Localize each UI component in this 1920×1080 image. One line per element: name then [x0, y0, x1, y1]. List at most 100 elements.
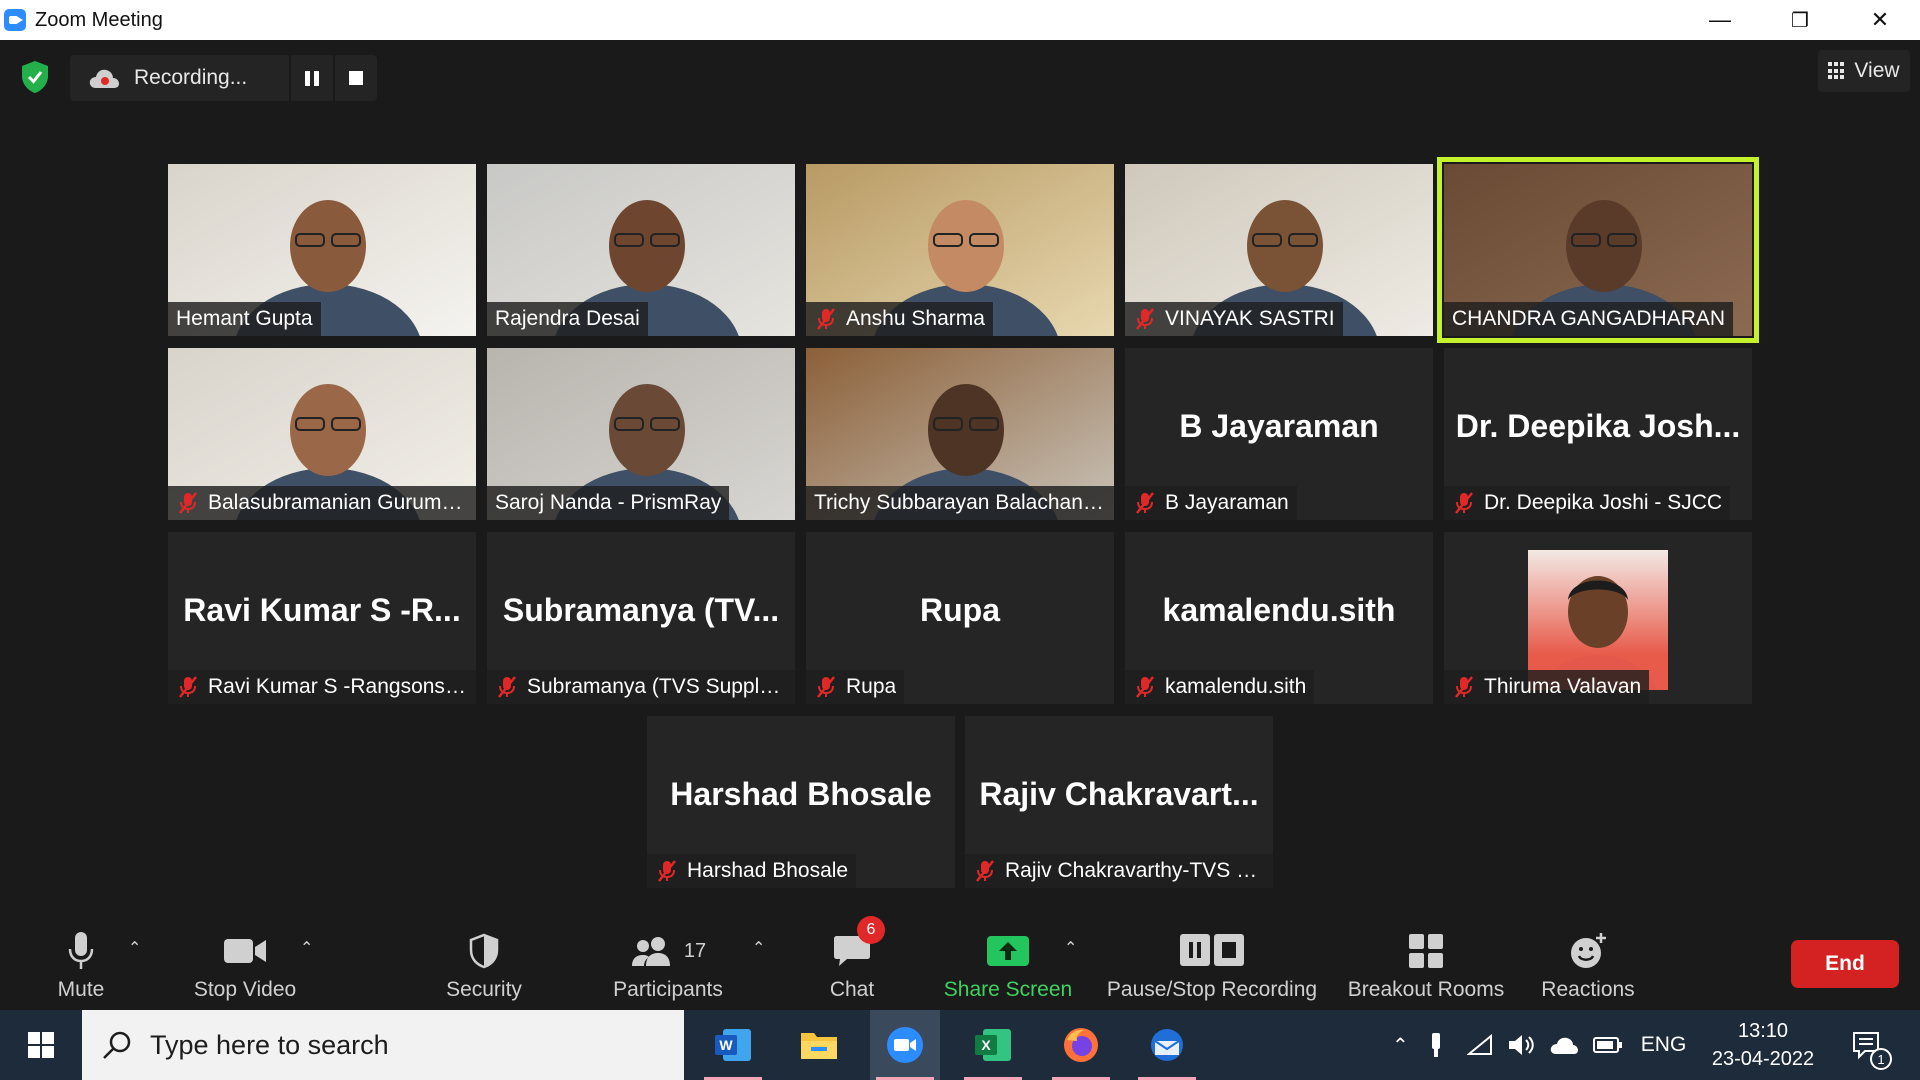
mute-label: Mute — [57, 978, 105, 1001]
security-button[interactable]: Security — [438, 910, 530, 1010]
participant-name-label: CHANDRA GANGADHARAN — [1444, 302, 1734, 336]
video-options-caret[interactable]: ⌃ — [300, 938, 313, 958]
muted-mic-icon — [655, 859, 679, 883]
clock-date: 23-04-2022 — [1711, 1048, 1815, 1070]
muted-mic-icon — [973, 859, 997, 883]
participant-tile[interactable]: Rajiv Chakravart... Rajiv Chakravarthy-TV… — [965, 716, 1273, 888]
reactions-button[interactable]: Reactions — [1540, 910, 1636, 1010]
participant-name: Balasubramanian Gurumo... — [208, 491, 468, 514]
speaker-volume-icon[interactable] — [1507, 1033, 1535, 1057]
taskbar-file-explorer[interactable] — [784, 1010, 854, 1080]
audio-options-caret[interactable]: ⌃ — [128, 938, 141, 958]
participants-button[interactable]: 17 Participants — [608, 910, 728, 1010]
minimize-button[interactable]: — — [1680, 0, 1760, 40]
participant-tile[interactable]: Trichy Subbarayan Balachandr... — [806, 348, 1114, 520]
participant-tile[interactable]: Saroj Nanda - PrismRay — [487, 348, 795, 520]
recording-bar: Recording... — [70, 55, 377, 101]
participant-name: kamalendu.sith — [1165, 675, 1307, 698]
encryption-shield-icon[interactable] — [20, 60, 50, 94]
security-label: Security — [446, 978, 522, 1001]
participant-tile[interactable]: Anshu Sharma — [806, 164, 1114, 336]
participant-tile[interactable]: Rajendra Desai — [487, 164, 795, 336]
participant-name: VINAYAK SASTRI — [1165, 307, 1335, 330]
taskbar-firefox[interactable] — [1046, 1010, 1116, 1080]
folder-icon — [801, 1033, 837, 1059]
stop-recording-button[interactable] — [333, 55, 377, 101]
taskbar-excel[interactable]: X — [958, 1010, 1028, 1080]
battery-icon[interactable] — [1592, 1036, 1623, 1054]
participant-display-name: Dr. Deepika Josh... — [1455, 408, 1741, 444]
search-icon — [103, 1031, 131, 1059]
participants-label: Participants — [613, 978, 723, 1001]
participant-tile[interactable]: Rupa Rupa — [806, 532, 1114, 704]
participant-tile[interactable]: kamalendu.sith kamalendu.sith — [1125, 532, 1433, 704]
chat-button[interactable]: 6 Chat — [820, 910, 885, 1010]
participant-tile[interactable]: Harshad Bhosale Harshad Bhosale — [647, 716, 955, 888]
start-button[interactable] — [0, 1010, 82, 1080]
stop-icon — [349, 71, 363, 85]
participant-name: B Jayaraman — [1165, 491, 1289, 514]
participant-name-label: Thiruma Valavan — [1444, 670, 1650, 704]
participant-name-label: VINAYAK SASTRI — [1125, 302, 1343, 336]
end-meeting-button[interactable]: End — [1791, 940, 1899, 988]
language-indicator[interactable]: ENG — [1641, 1033, 1687, 1057]
pause-recording-button[interactable] — [289, 55, 333, 101]
share-screen-button[interactable]: Share Screen — [944, 910, 1072, 1010]
participant-tile[interactable]: VINAYAK SASTRI — [1125, 164, 1433, 336]
participant-name-label: Dr. Deepika Joshi - SJCC — [1444, 486, 1731, 520]
muted-mic-icon — [814, 307, 838, 331]
participants-options-caret[interactable]: ⌃ — [752, 938, 765, 958]
cloud-recording-icon — [89, 69, 119, 88]
muted-mic-icon — [1133, 491, 1157, 515]
window-title: Zoom Meeting — [35, 8, 163, 31]
participant-display-name: Rupa — [920, 592, 1000, 628]
participant-tile[interactable]: Subramanya (TV... Subramanya (TVS Supply … — [487, 532, 795, 704]
participant-tile[interactable]: Hemant Gupta — [168, 164, 476, 336]
breakout-rooms-icon — [1409, 934, 1443, 968]
usb-device-icon[interactable] — [1429, 1032, 1443, 1058]
taskbar-zoom[interactable] — [870, 1010, 940, 1080]
participant-name: Subramanya (TVS Supply C... — [527, 675, 787, 698]
participant-tile[interactable]: Thiruma Valavan — [1444, 532, 1752, 704]
participant-tile[interactable]: CHANDRA GANGADHARAN — [1437, 157, 1759, 343]
participant-name: Rajendra Desai — [495, 307, 640, 330]
taskbar-outlook[interactable] — [1132, 1010, 1202, 1080]
notification-count: 1 — [1870, 1048, 1892, 1070]
taskbar-clock[interactable]: 13:10 23-04-2022 — [1700, 1010, 1826, 1080]
participant-tile[interactable]: B Jayaraman B Jayaraman — [1125, 348, 1433, 520]
participant-tile[interactable]: Ravi Kumar S -R... Ravi Kumar S -Rangsons… — [168, 532, 476, 704]
pause-stop-recording-button[interactable]: Pause/Stop Recording — [1106, 910, 1318, 1010]
taskbar-word[interactable]: W — [698, 1010, 768, 1080]
close-button[interactable]: ✕ — [1840, 0, 1920, 40]
zoom-taskbar-icon — [887, 1027, 923, 1063]
restore-button[interactable]: ❐ — [1760, 0, 1840, 40]
wifi-icon[interactable] — [1466, 1034, 1493, 1056]
firefox-icon — [1064, 1028, 1098, 1062]
muted-mic-icon — [1452, 675, 1476, 699]
notification-center-button[interactable]: 1 — [1830, 1010, 1906, 1080]
share-screen-arrow-icon — [987, 936, 1029, 966]
share-options-caret[interactable]: ⌃ — [1064, 938, 1077, 958]
muted-mic-icon — [495, 675, 519, 699]
meeting-toolbar: Mute ⌃ Stop Video ⌃ Security 17 Particip… — [0, 910, 1920, 1010]
participant-name: Hemant Gupta — [176, 307, 313, 330]
participants-icon — [631, 937, 670, 966]
participant-name-label: Anshu Sharma — [806, 302, 993, 336]
mute-button[interactable]: Mute — [44, 910, 118, 1010]
word-icon: W — [715, 1029, 751, 1061]
participant-tile[interactable]: Balasubramanian Gurumo... — [168, 348, 476, 520]
meeting-area: Recording... View Hemant Gupta Rajendra D… — [0, 40, 1920, 1010]
chat-unread-badge: 6 — [857, 916, 885, 944]
stop-video-button[interactable]: Stop Video — [186, 910, 304, 1010]
windows-logo-icon — [28, 1032, 54, 1058]
participant-name: Harshad Bhosale — [687, 859, 849, 882]
onedrive-cloud-icon[interactable] — [1549, 1035, 1579, 1055]
taskbar-search-box[interactable]: Type here to search — [82, 1010, 684, 1080]
breakout-rooms-button[interactable]: Breakout Rooms — [1344, 910, 1508, 1010]
breakout-rooms-label: Breakout Rooms — [1347, 978, 1505, 1001]
participant-tile[interactable]: Dr. Deepika Josh... Dr. Deepika Joshi - S… — [1444, 348, 1752, 520]
view-button[interactable]: View — [1818, 50, 1910, 92]
tray-overflow-chevron-icon[interactable]: ⌃ — [1392, 1033, 1409, 1058]
participant-display-name: Ravi Kumar S -R... — [183, 592, 461, 628]
participant-name-label: Ravi Kumar S -Rangsons A... — [168, 670, 476, 704]
